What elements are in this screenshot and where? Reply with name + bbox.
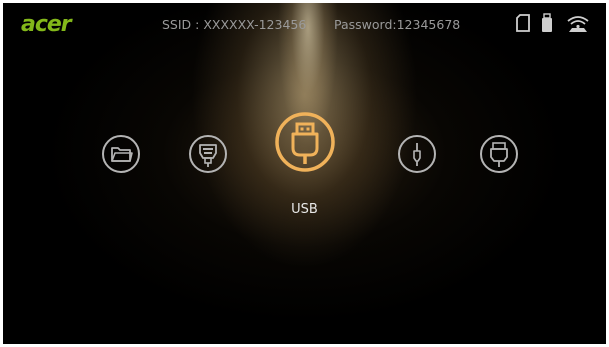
audio-jack-icon xyxy=(398,135,436,173)
wifi-hotspot-icon xyxy=(567,16,589,32)
folder-icon xyxy=(102,135,140,173)
sd-card-icon xyxy=(516,14,530,32)
vga-plug-icon xyxy=(189,135,227,173)
hdmi-plug-icon xyxy=(480,135,518,173)
source-vga-button[interactable] xyxy=(188,134,228,174)
source-audio-button[interactable] xyxy=(397,134,437,174)
source-usb-button[interactable] xyxy=(274,111,336,173)
password-text: Password:12345678 xyxy=(334,17,461,32)
usb-plug-icon xyxy=(275,112,335,172)
source-folder-button[interactable] xyxy=(101,134,141,174)
status-icons xyxy=(514,13,592,33)
projector-home-screen: acer SSID : XXXXXX-123456 Password:12345… xyxy=(3,3,606,344)
usb-drive-icon xyxy=(542,13,552,32)
selected-source-label: USB xyxy=(291,202,318,217)
top-bar: acer SSID : XXXXXX-123456 Password:12345… xyxy=(3,3,606,43)
source-hdmi-button[interactable] xyxy=(479,134,519,174)
ssid-text: SSID : XXXXXX-123456 xyxy=(162,17,307,32)
acer-logo: acer xyxy=(21,12,72,37)
